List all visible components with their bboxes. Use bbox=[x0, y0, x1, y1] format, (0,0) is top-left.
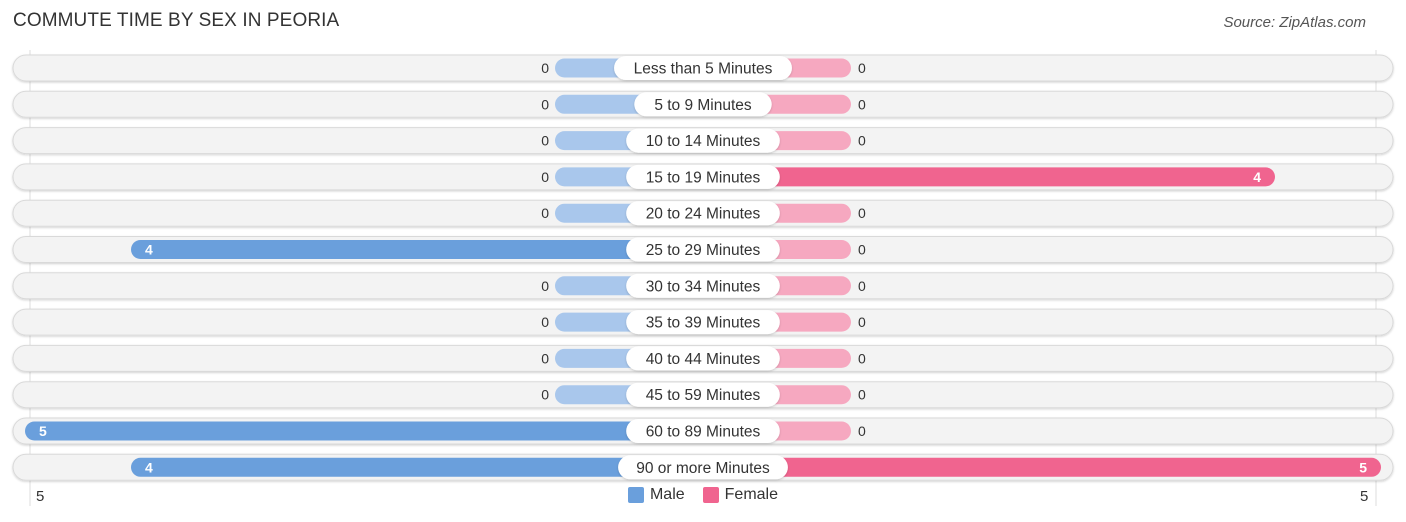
value-label-male: 0 bbox=[541, 205, 549, 221]
legend-label-female: Female bbox=[724, 486, 779, 503]
legend-swatch-female bbox=[702, 487, 719, 503]
category-label: 35 to 39 Minutes bbox=[646, 315, 761, 332]
value-label-female: 0 bbox=[858, 60, 866, 76]
value-label-male: 0 bbox=[541, 314, 549, 330]
bar-male bbox=[25, 421, 703, 441]
value-label-male: 0 bbox=[541, 169, 549, 185]
value-label-female: 0 bbox=[858, 278, 866, 294]
legend-item-female: Female bbox=[702, 486, 779, 504]
value-label-male: 5 bbox=[39, 423, 47, 439]
value-label-female: 0 bbox=[858, 350, 866, 366]
category-label: 15 to 19 Minutes bbox=[646, 169, 761, 186]
value-label-male: 0 bbox=[541, 133, 549, 149]
value-label-male: 0 bbox=[541, 350, 549, 366]
category-label: 40 to 44 Minutes bbox=[646, 351, 761, 368]
legend: Male Female bbox=[0, 486, 1406, 504]
bar-male bbox=[131, 457, 703, 477]
category-label: 5 to 9 Minutes bbox=[654, 97, 752, 114]
value-label-male: 0 bbox=[541, 387, 549, 403]
category-label: 10 to 14 Minutes bbox=[646, 133, 761, 150]
category-label: 60 to 89 Minutes bbox=[646, 424, 761, 441]
value-label-female: 0 bbox=[858, 205, 866, 221]
value-label-female: 0 bbox=[858, 96, 866, 112]
legend-swatch-male bbox=[627, 487, 644, 503]
category-label: 45 to 59 Minutes bbox=[646, 387, 761, 404]
legend-label-male: Male bbox=[649, 486, 685, 503]
chart-svg: 0 0 Less than 5 Minutes 0 0 5 to 9 Minutes 0 0 1… bbox=[12, 50, 1394, 506]
value-label-female: 0 bbox=[858, 314, 866, 330]
value-label-female: 0 bbox=[858, 242, 866, 258]
value-label-female: 0 bbox=[858, 387, 866, 403]
value-label-male: 0 bbox=[541, 60, 549, 76]
value-label-female: 0 bbox=[858, 133, 866, 149]
category-label: 90 or more Minutes bbox=[636, 460, 770, 477]
value-label-male: 0 bbox=[541, 96, 549, 112]
value-label-female: 5 bbox=[1359, 459, 1367, 475]
category-label: 20 to 24 Minutes bbox=[646, 206, 761, 223]
value-label-female: 0 bbox=[858, 423, 866, 439]
bar-female bbox=[703, 457, 1381, 477]
legend-item-male: Male bbox=[627, 486, 685, 504]
category-label: 30 to 34 Minutes bbox=[646, 278, 761, 295]
category-label: 25 to 29 Minutes bbox=[646, 242, 761, 259]
value-label-male: 0 bbox=[541, 278, 549, 294]
value-label-female: 4 bbox=[1253, 169, 1261, 185]
category-label: Less than 5 Minutes bbox=[634, 61, 773, 78]
value-label-male: 4 bbox=[145, 459, 153, 475]
bar-male bbox=[131, 240, 703, 259]
value-label-male: 4 bbox=[145, 242, 153, 258]
bar-female bbox=[703, 167, 1275, 187]
